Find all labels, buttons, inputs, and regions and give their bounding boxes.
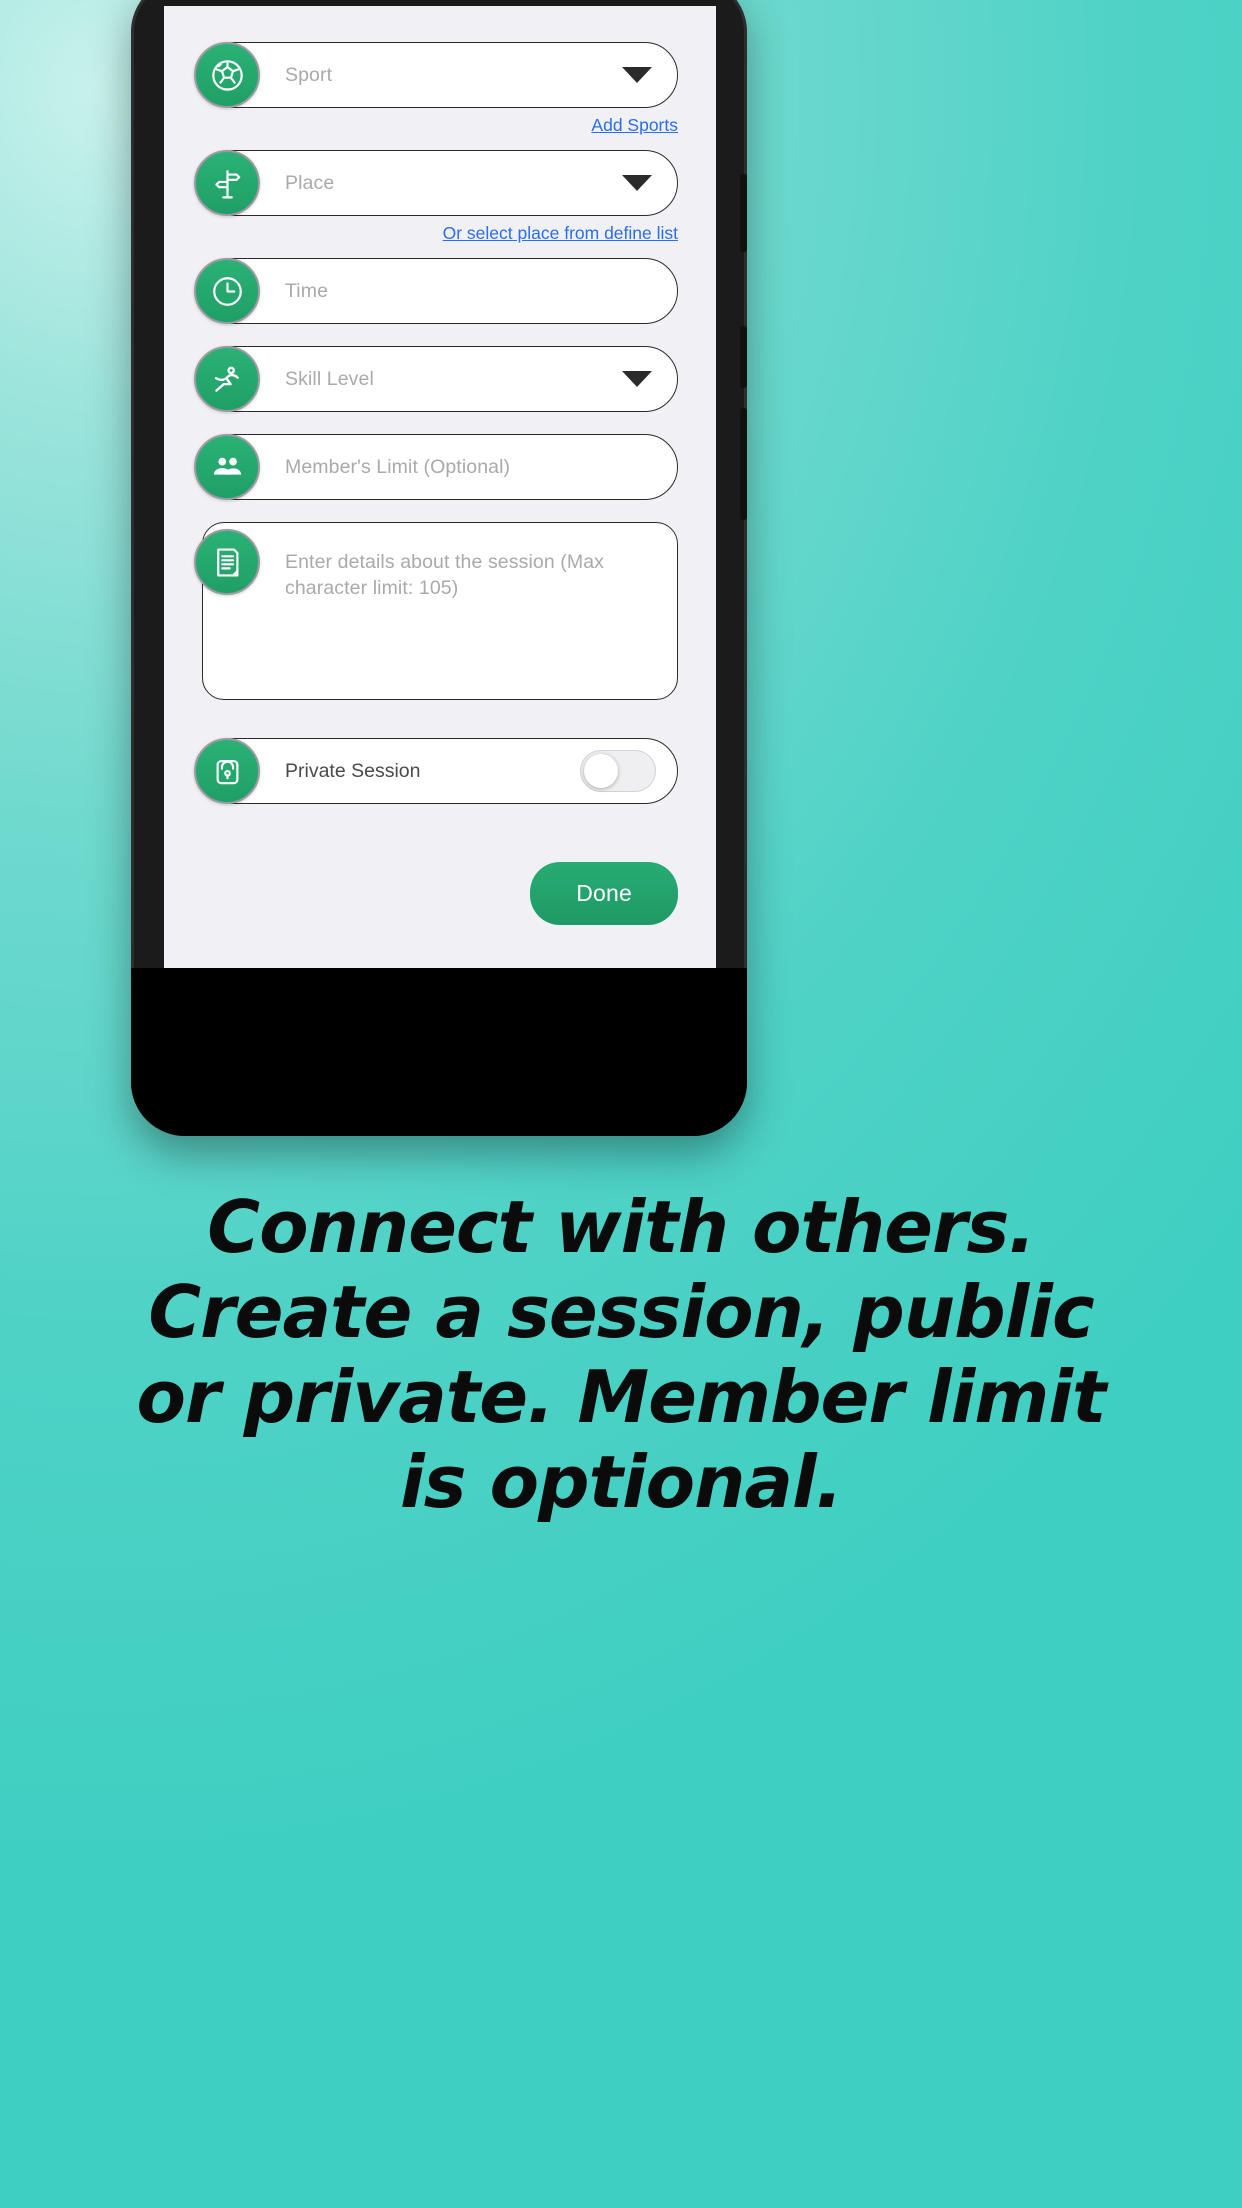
clock-icon	[194, 258, 260, 324]
caption-line-1: Connect with others.	[207, 1185, 1035, 1269]
field-row-sport[interactable]: Sport	[194, 42, 678, 108]
chevron-down-icon[interactable]	[622, 371, 652, 387]
field-row-skill-level[interactable]: Skill Level	[194, 346, 678, 412]
members-limit-placeholder: Member's Limit (Optional)	[285, 456, 511, 478]
document-icon	[194, 529, 260, 595]
place-input[interactable]: Place	[202, 150, 678, 216]
chevron-down-icon[interactable]	[622, 67, 652, 83]
lock-icon	[194, 738, 260, 804]
add-sports-link[interactable]: Add Sports	[591, 115, 678, 135]
private-session-label: Private Session	[285, 759, 421, 782]
sport-input[interactable]: Sport	[202, 42, 678, 108]
session-details-textarea[interactable]: Enter details about the session (Max cha…	[202, 522, 678, 700]
chevron-down-icon[interactable]	[622, 175, 652, 191]
caption-line-4: is optional.	[399, 1439, 843, 1524]
signpost-icon	[194, 150, 260, 216]
select-place-link-row: Or select place from define list	[202, 223, 678, 244]
skill-level-input[interactable]: Skill Level	[202, 346, 678, 412]
done-button[interactable]: Done	[530, 862, 678, 925]
phone-side-button-power[interactable]	[740, 408, 747, 520]
phone-side-button-volume-up[interactable]	[740, 174, 747, 252]
phone-mockup: Sport Add Sports Place Or select place f…	[131, 0, 747, 1136]
caption-line-2: Create a session, public	[148, 1269, 1094, 1354]
field-row-time[interactable]: Time	[194, 258, 678, 324]
select-place-link[interactable]: Or select place from define list	[443, 223, 678, 243]
field-row-session-details[interactable]: Enter details about the session (Max cha…	[194, 522, 678, 700]
app-screen: Sport Add Sports Place Or select place f…	[164, 6, 716, 968]
runner-icon	[194, 346, 260, 412]
time-input[interactable]: Time	[202, 258, 678, 324]
people-icon	[194, 434, 260, 500]
place-placeholder: Place	[285, 172, 335, 194]
time-placeholder: Time	[285, 280, 329, 302]
caption-line-3: or private. Member limit	[136, 1354, 1107, 1439]
session-details-placeholder: Enter details about the session (Max cha…	[285, 551, 605, 599]
add-sports-link-row: Add Sports	[202, 115, 678, 136]
toggle-knob[interactable]	[584, 754, 618, 788]
soccer-ball-icon	[194, 42, 260, 108]
phone-chin	[131, 968, 747, 1136]
field-row-private-session[interactable]: Private Session	[194, 738, 678, 804]
field-row-members-limit[interactable]: Member's Limit (Optional)	[194, 434, 678, 500]
done-button-row: Done	[202, 862, 678, 925]
sport-placeholder: Sport	[285, 64, 333, 86]
phone-side-button-volume-down[interactable]	[740, 326, 747, 388]
skill-level-placeholder: Skill Level	[285, 368, 374, 390]
private-session-toggle[interactable]	[580, 750, 656, 792]
promo-caption: Connect with others. Create a session, p…	[0, 1185, 1242, 1525]
members-limit-input[interactable]: Member's Limit (Optional)	[202, 434, 678, 500]
field-row-place[interactable]: Place	[194, 150, 678, 216]
